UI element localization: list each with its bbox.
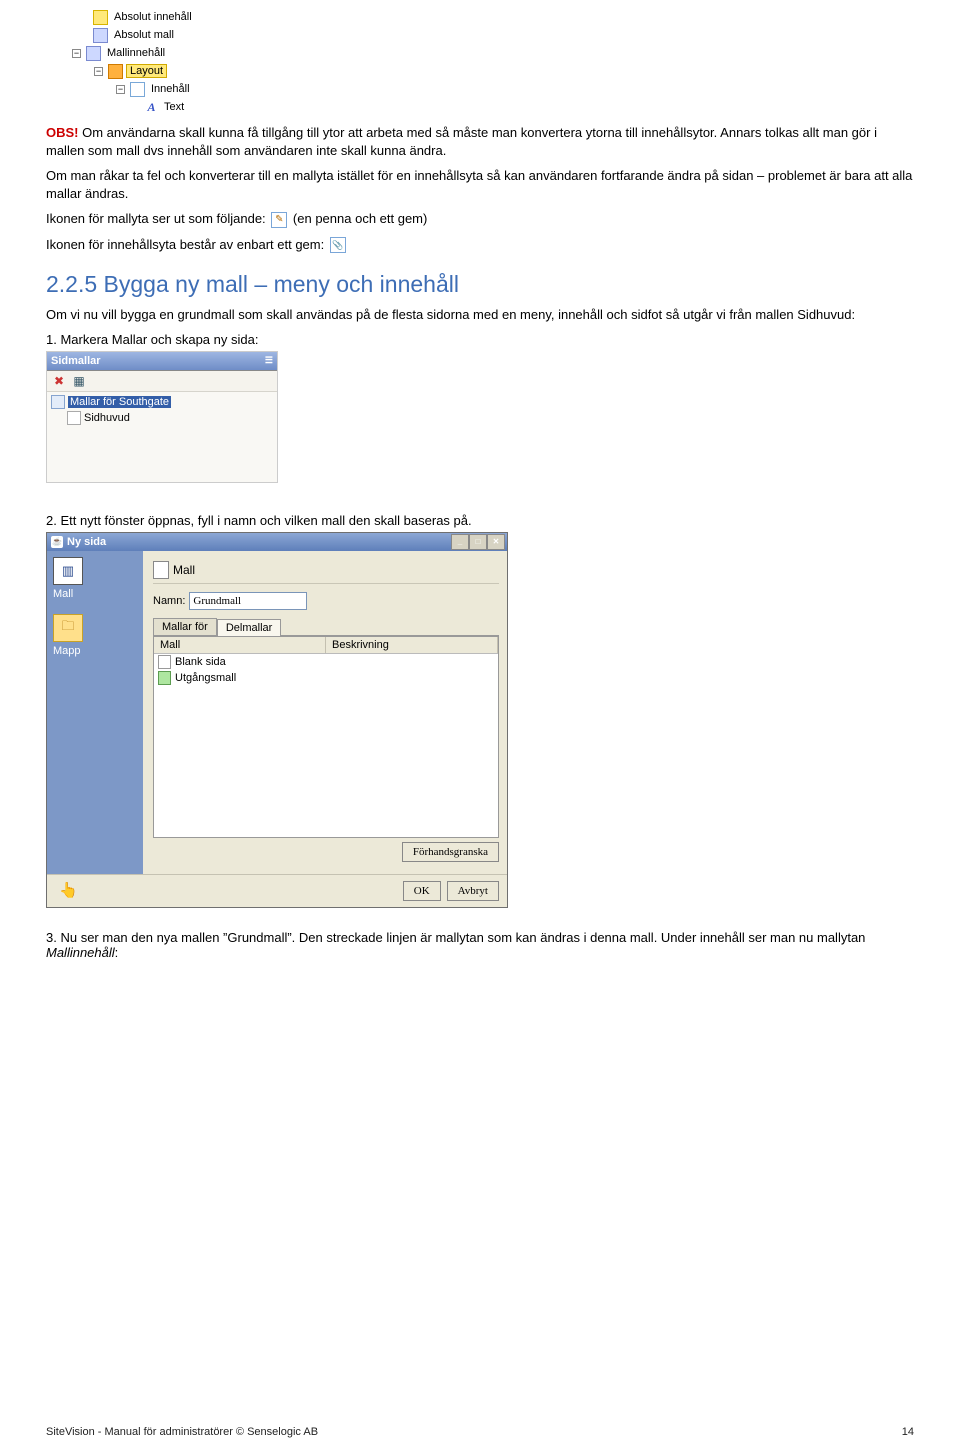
obs-text: Om användarna skall kunna få tillgång ti… — [46, 125, 877, 158]
delete-icon[interactable]: ✖ — [51, 373, 67, 389]
tab-delmallar[interactable]: Delmallar — [217, 619, 281, 636]
panel-titlebar: Sidmallar ☰ — [47, 352, 277, 371]
page-icon — [67, 411, 81, 425]
new-icon[interactable]: ▦ — [71, 373, 87, 389]
dialog-title: Ny sida — [67, 536, 106, 548]
sidebar-label: Mall — [53, 588, 143, 600]
tree-row[interactable]: Absolut innehåll — [72, 8, 914, 26]
section-header: Mall — [153, 559, 499, 581]
paragraph: Ikonen för mallyta ser ut som följande: … — [46, 210, 914, 228]
tree-row[interactable]: − Layout — [72, 62, 914, 80]
preview-button[interactable]: Förhandsgranska — [402, 842, 499, 862]
maximize-icon[interactable]: □ — [469, 534, 487, 550]
text: Ikonen för innehållsyta består av enbart… — [46, 237, 324, 252]
new-page-dialog: ☕ Ny sida _ □ ✕ ▥ Mall 🗀 Map — [46, 532, 508, 908]
template-icon — [93, 28, 108, 43]
footer-left: SiteVision - Manual för administratörer … — [46, 1426, 318, 1438]
panel-toolbar: ✖ ▦ — [47, 371, 277, 392]
sidebar-item-mapp[interactable]: 🗀 Mapp — [53, 614, 143, 657]
ok-button[interactable]: OK — [403, 881, 441, 901]
dialog-main: Mall Namn: Mallar för Delmallar Mall — [143, 551, 507, 874]
step-number: 1. — [46, 332, 57, 347]
sidebar-item-mall[interactable]: ▥ Mall — [53, 557, 143, 600]
content-area-icon — [130, 82, 145, 97]
folder-icon: 🗀 — [53, 614, 83, 642]
sidebar-label: Mapp — [53, 645, 143, 657]
panel-title: Sidmallar — [51, 355, 101, 367]
text: Ikonen för mallyta ser ut som följande: — [46, 211, 266, 226]
template-tree: Absolut innehåll Absolut mall − Mallinne… — [72, 8, 914, 116]
dialog-buttons: 👆 OK Avbryt — [47, 874, 507, 907]
page-footer: SiteVision - Manual för administratörer … — [46, 1426, 914, 1438]
template-area-icon — [271, 212, 287, 228]
section-heading: 2.2.5 Bygga ny mall – meny och innehåll — [46, 271, 914, 298]
footer-page: 14 — [902, 1426, 914, 1438]
blank-page-icon — [158, 655, 171, 669]
tree-row[interactable]: − Mallinnehåll — [72, 44, 914, 62]
list-header: Mall Beskrivning — [154, 637, 498, 654]
step-number: 2. — [46, 513, 57, 528]
tree-row[interactable]: Sidhuvud — [51, 410, 273, 426]
tree-label: Mallinnehåll — [104, 47, 168, 59]
cancel-button[interactable]: Avbryt — [447, 881, 499, 901]
row-label: Blank sida — [175, 656, 226, 668]
text-icon: A — [145, 101, 158, 114]
row-label: Utgångsmall — [175, 672, 236, 684]
dialog-titlebar: ☕ Ny sida _ □ ✕ — [47, 533, 507, 551]
tree-row[interactable]: A Text — [72, 98, 914, 116]
template-icon — [51, 395, 65, 409]
template-icon — [86, 46, 101, 61]
list-icon[interactable]: ☰ — [265, 355, 273, 366]
tree-collapse-icon[interactable]: − — [94, 67, 103, 76]
list-row[interactable]: Blank sida — [154, 654, 498, 670]
dialog-sidebar: ▥ Mall 🗀 Mapp — [47, 551, 143, 874]
step-text: Markera Mallar och skapa ny sida: — [60, 332, 258, 347]
name-label: Namn: — [153, 595, 185, 607]
paragraph: Ikonen för innehållsyta består av enbart… — [46, 236, 914, 254]
tree-label: Sidhuvud — [84, 412, 130, 424]
tree-row[interactable]: Mallar för Southgate — [51, 394, 273, 410]
tree-collapse-icon[interactable]: − — [72, 49, 81, 58]
step-text: Ett nytt fönster öppnas, fyll i namn och… — [60, 513, 471, 528]
minimize-icon[interactable]: _ — [451, 534, 469, 550]
panel-body: Mallar för Southgate Sidhuvud — [47, 392, 277, 482]
hand-icon: 👆 — [59, 881, 78, 901]
name-input[interactable] — [189, 592, 307, 610]
obs-label: OBS! — [46, 125, 79, 140]
tree-row[interactable]: Absolut mall — [72, 26, 914, 44]
template-icon: ▥ — [53, 557, 83, 585]
text: (en penna och ett gem) — [293, 211, 427, 226]
content-area-icon: 📎 — [330, 237, 346, 253]
tab-mallar-for[interactable]: Mallar för — [153, 618, 217, 635]
tree-label: Absolut mall — [111, 29, 177, 41]
step-text: Nu ser man den nya mallen ”Grundmall”. D… — [46, 930, 865, 960]
tree-label: Absolut innehåll — [111, 11, 195, 23]
tree-label: Layout — [126, 64, 167, 78]
java-icon: ☕ — [51, 536, 63, 548]
close-icon[interactable]: ✕ — [487, 534, 505, 550]
section-title: Mall — [173, 563, 195, 577]
template-list: Mall Beskrivning Blank sida Utgångsmall — [153, 636, 499, 838]
list-row[interactable]: Utgångsmall — [154, 670, 498, 686]
layout-icon — [108, 64, 123, 79]
tree-collapse-icon[interactable]: − — [116, 85, 125, 94]
paragraph: Om man råkar ta fel och konverterar till… — [46, 167, 914, 202]
col-mall[interactable]: Mall — [154, 637, 326, 653]
page-icon — [153, 561, 169, 579]
tree-row[interactable]: − Innehåll — [72, 80, 914, 98]
paragraph: Om vi nu vill bygga en grundmall som ska… — [46, 306, 914, 324]
sidmallar-panel: Sidmallar ☰ ✖ ▦ Mallar för Southgate Sid… — [46, 351, 278, 483]
content-icon — [93, 10, 108, 25]
obs-paragraph: OBS! Om användarna skall kunna få tillgå… — [46, 124, 914, 159]
col-desc[interactable]: Beskrivning — [326, 637, 498, 653]
tabs: Mallar för Delmallar — [153, 618, 499, 636]
tree-label: Text — [161, 101, 187, 113]
tree-label: Mallar för Southgate — [68, 396, 171, 408]
tree-label: Innehåll — [148, 83, 193, 95]
starting-template-icon — [158, 671, 171, 685]
step-number: 3. — [46, 930, 57, 945]
